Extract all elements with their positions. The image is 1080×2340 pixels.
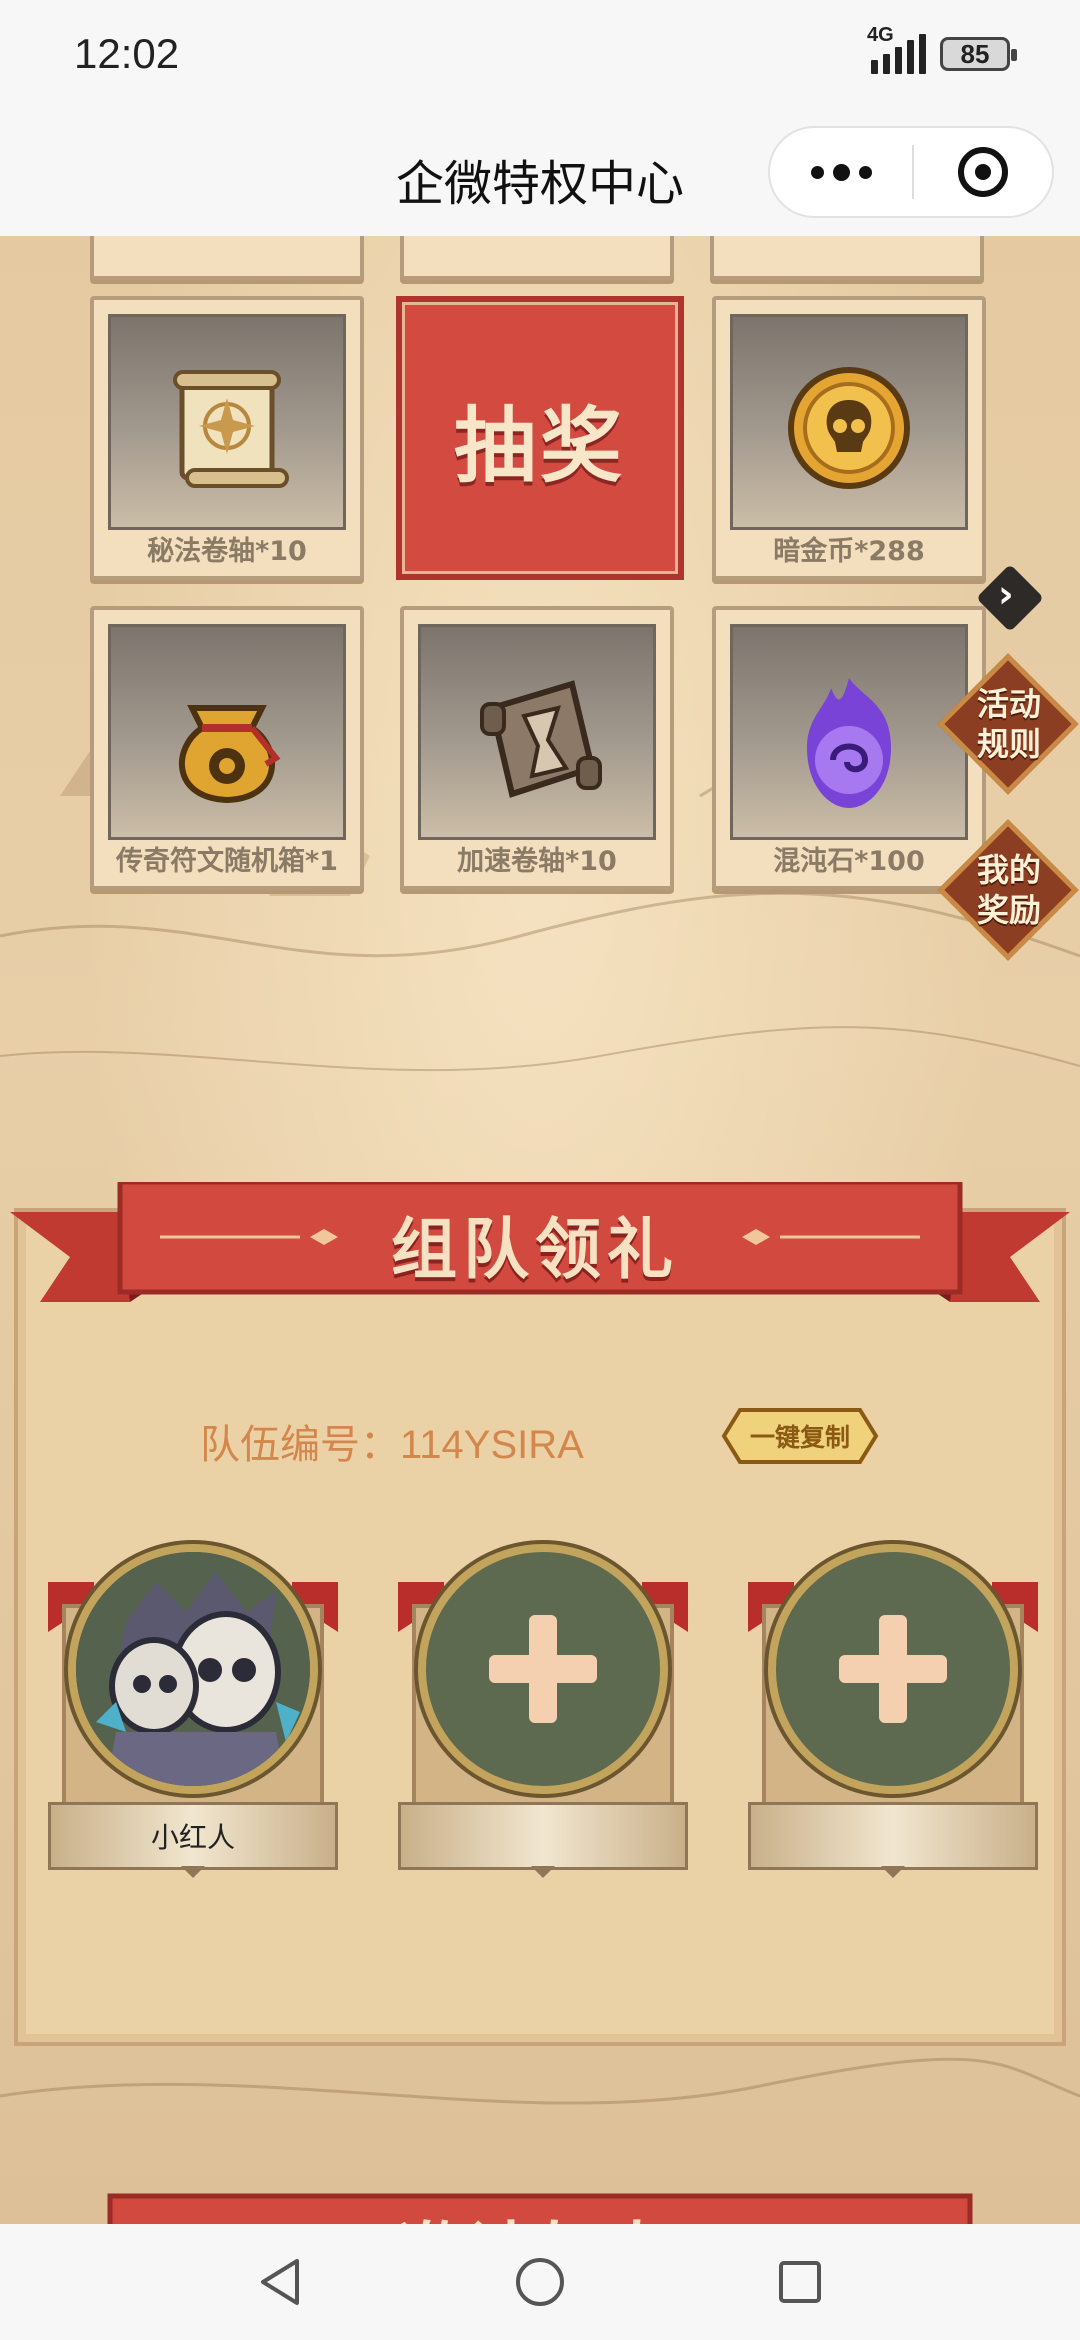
chaos-stone-icon bbox=[807, 678, 891, 808]
prize-tile: 混沌石*100 bbox=[712, 606, 986, 890]
status-time: 12:02 bbox=[74, 30, 180, 77]
skull-coin-icon bbox=[788, 367, 910, 489]
plus-icon bbox=[839, 1615, 947, 1723]
more-button[interactable] bbox=[770, 128, 912, 216]
prize-label: 加速卷轴*10 bbox=[457, 846, 617, 877]
prize-label: 秘法卷轴*10 bbox=[147, 536, 307, 567]
prize-tile: 传奇符文随机箱*1 bbox=[90, 606, 364, 890]
member-slot-empty[interactable] bbox=[748, 1544, 1038, 1878]
system-nav-bar bbox=[0, 2224, 1080, 2340]
chevron-right-icon: › bbox=[998, 572, 1014, 616]
prize-tile-partial bbox=[90, 236, 364, 280]
home-circle-icon bbox=[516, 2258, 564, 2306]
rules-button[interactable]: 活动 规则 bbox=[937, 653, 1079, 795]
prize-label: 传奇符文随机箱*1 bbox=[116, 846, 338, 877]
back-button[interactable] bbox=[250, 2252, 310, 2312]
member-name: 小红人 bbox=[48, 1802, 338, 1870]
draw-button[interactable]: 抽奖 bbox=[396, 296, 684, 580]
prize-label: 混沌石*100 bbox=[773, 846, 925, 877]
back-triangle-icon bbox=[261, 2259, 299, 2305]
signal-icon: 4G bbox=[867, 24, 926, 74]
my-rewards-button[interactable]: 我的 奖励 bbox=[937, 819, 1079, 961]
status-icons: 4G 85 bbox=[867, 24, 1017, 74]
prize-label: 暗金币*288 bbox=[773, 536, 925, 567]
scroll-icon bbox=[173, 370, 289, 488]
more-dots-icon bbox=[810, 165, 824, 179]
member-slot-empty[interactable] bbox=[398, 1544, 688, 1878]
close-button[interactable] bbox=[914, 128, 1052, 216]
member-slot[interactable]: 小红人 bbox=[48, 1544, 338, 1878]
status-bar: 12:02 4G 85 bbox=[0, 0, 1080, 118]
team-title: 组队领礼 bbox=[391, 1211, 679, 1288]
home-button[interactable] bbox=[510, 2252, 570, 2312]
add-member-button[interactable] bbox=[768, 1544, 1018, 1794]
recents-button[interactable] bbox=[770, 2252, 830, 2312]
recents-square-icon bbox=[779, 2261, 821, 2303]
plus-icon bbox=[489, 1615, 597, 1723]
copy-label: 一键复制 bbox=[749, 1423, 850, 1452]
battery-level: 85 bbox=[960, 38, 990, 69]
invite-title: 邀请好友 bbox=[120, 2200, 960, 2224]
member-name bbox=[748, 1802, 1038, 1870]
prize-tile: 加速卷轴*10 bbox=[400, 606, 674, 890]
avatar bbox=[68, 1544, 318, 1794]
rules-label: 活动 规则 bbox=[976, 685, 1041, 763]
my-rewards-label: 我的 奖励 bbox=[976, 851, 1041, 929]
add-member-button[interactable] bbox=[418, 1544, 668, 1794]
member-name bbox=[398, 1802, 688, 1870]
prize-tile: 秘法卷轴*10 bbox=[90, 296, 364, 580]
skull-avatar-icon bbox=[76, 1552, 310, 1786]
draw-label: 抽奖 bbox=[453, 398, 626, 494]
title-bar: 企微特权中心 bbox=[0, 118, 1080, 236]
prize-tile-partial bbox=[710, 236, 984, 280]
game-content: 秘法卷轴*10 抽奖 暗金币*288 传奇符文随机箱*1 加速卷轴*10 混沌石… bbox=[0, 236, 1080, 2224]
hourglass-scroll-icon bbox=[480, 680, 602, 798]
prize-tile-partial bbox=[400, 236, 674, 280]
rune-bag-icon bbox=[178, 705, 281, 804]
capsule-menu bbox=[768, 126, 1054, 218]
prize-tile: 暗金币*288 bbox=[712, 296, 986, 580]
target-close-icon bbox=[958, 147, 1008, 197]
network-type: 4G bbox=[867, 24, 894, 46]
battery-icon: 85 bbox=[940, 37, 1017, 71]
team-id: 队伍编号：114YSIRA bbox=[200, 1423, 584, 1467]
copy-button[interactable]: 一键复制 bbox=[720, 1406, 880, 1466]
